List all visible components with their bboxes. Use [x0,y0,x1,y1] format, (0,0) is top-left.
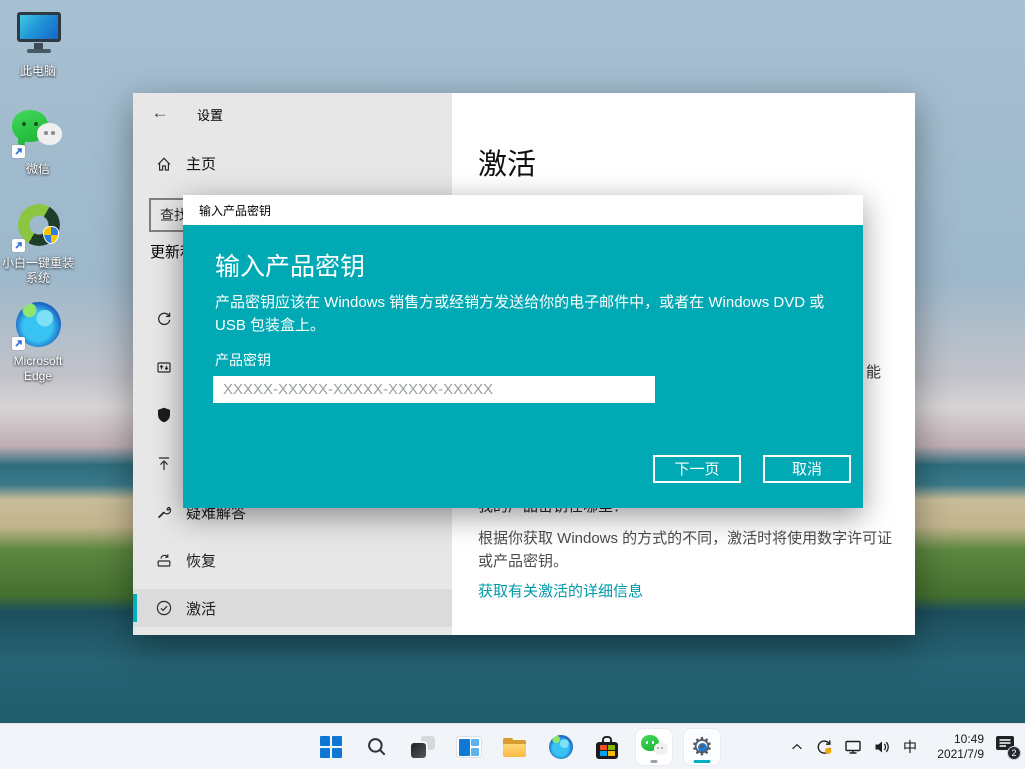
wechat-small-bubble [37,123,62,145]
desktop-icon-wechat[interactable]: 微信 [0,108,76,177]
network-tray-icon[interactable] [843,737,863,757]
monitor-base [27,49,51,53]
desktop-icon-label-line2: Edge [0,369,76,384]
security-shield-icon [155,406,173,424]
system-tray: 中 10:49 2021/7/9 2 [789,724,1019,769]
widgets-icon [457,737,481,757]
sidebar-item-label: 恢复 [186,550,216,571]
taskbar: ⚙ [0,723,1025,769]
xiaobai-reinstall-icon [10,202,66,252]
desktop-icon-edge[interactable]: Microsoft Edge [0,300,76,384]
edge-icon [549,735,573,759]
dialog-title: 输入产品密钥 [199,202,271,219]
settings-taskbar-button[interactable]: ⚙ [684,729,720,765]
shortcut-arrow-icon [12,145,25,158]
file-explorer-button[interactable] [498,727,532,767]
delivery-optimization-icon [155,358,173,376]
ethernet-network-icon [843,737,863,757]
this-pc-icon [10,10,66,60]
running-indicator [651,760,658,763]
volume-tray-icon[interactable] [872,737,892,757]
edge-icon [10,300,66,350]
activation-info-link[interactable]: 获取有关激活的详细信息 [478,580,643,601]
page-title: 激活 [478,141,536,183]
notification-badge: 2 [1007,746,1021,760]
window-title: 设置 [197,105,223,124]
wrench-icon [155,503,173,521]
product-key-label: 产品密钥 [215,350,271,370]
home-label: 主页 [186,153,216,174]
back-arrow-icon: ← [152,103,169,123]
desktop-icon-label-line1: 小白一键重装 [0,256,76,271]
sidebar-item-home[interactable]: 主页 [155,153,216,174]
start-button[interactable] [314,727,348,767]
clipped-text-fragment: 能 [866,361,881,382]
sync-restart-icon [814,737,834,757]
dialog-titlebar: 输入产品密钥 [183,195,863,225]
backup-up-arrow-icon [155,455,173,473]
product-key-input[interactable] [213,376,655,403]
recovery-icon [155,551,173,569]
dialog-body: 输入产品密钥 产品密钥应该在 Windows 销售方或经销方发送给你的电子邮件中… [183,225,863,508]
desktop-icon-label-line1: Microsoft [0,354,76,369]
dialog-buttons: 下一页 取消 [653,455,851,483]
shield-badge-icon [43,226,59,244]
search-icon [366,736,388,758]
enter-product-key-dialog: 输入产品密钥 输入产品密钥 产品密钥应该在 Windows 销售方或经销方发送给… [183,195,863,508]
tray-overflow-button[interactable] [789,739,805,755]
gear-icon: ⚙ [691,735,713,760]
sync-icon [155,310,173,328]
wechat-icon [641,734,668,760]
activation-description: 根据你获取 Windows 的方式的不同，激活时将使用数字许可证或产品密钥。 [478,527,894,573]
activation-check-icon [155,599,173,617]
active-app-indicator [694,760,711,763]
sidebar-item-activation[interactable]: 激活 [133,589,452,627]
shortcut-arrow-icon [12,239,25,252]
windows-start-icon [320,736,342,758]
task-view-button[interactable] [406,727,440,767]
update-pending-tray-icon[interactable] [814,737,834,757]
edge-button[interactable] [544,727,578,767]
next-button[interactable]: 下一页 [653,455,741,483]
monitor-screen [17,12,61,42]
sidebar-item-label: 激活 [186,598,216,619]
wechat-icon [10,108,66,158]
clock-time: 10:49 [928,732,984,747]
home-icon [155,155,173,173]
back-button[interactable]: ← [143,99,177,127]
widgets-button[interactable] [452,727,486,767]
taskbar-center-icons: ⚙ [314,724,720,769]
clock-date: 2021/7/9 [928,747,984,762]
taskbar-clock[interactable]: 10:49 2021/7/9 [928,732,984,762]
microsoft-store-icon [596,736,618,759]
sidebar-item-recovery[interactable]: 恢复 [133,541,452,579]
desktop-icon-label: 微信 [0,162,76,177]
desktop-icon-label-line2: 系统 [0,271,76,286]
chevron-up-icon [789,739,805,755]
shortcut-arrow-icon [12,337,25,350]
dialog-description: 产品密钥应该在 Windows 销售方或经销方发送给你的电子邮件中，或者在 Wi… [215,291,839,337]
task-view-icon [411,735,435,759]
folder-icon [503,738,527,757]
store-button[interactable] [590,727,624,767]
desktop-icon-this-pc[interactable]: 此电脑 [0,10,76,79]
wechat-taskbar-button[interactable] [636,729,672,765]
notification-center-button[interactable]: 2 [993,734,1019,760]
dialog-heading: 输入产品密钥 [215,247,365,283]
ime-indicator[interactable]: 中 [901,737,919,757]
desktop-icon-label: 此电脑 [0,64,76,79]
cancel-button[interactable]: 取消 [763,455,851,483]
speaker-icon [872,737,892,757]
desktop: 此电脑 微信 小白一键重装 系统 [0,0,1025,769]
desktop-icon-xiaobai[interactable]: 小白一键重装 系统 [0,202,76,286]
search-button[interactable] [360,727,394,767]
